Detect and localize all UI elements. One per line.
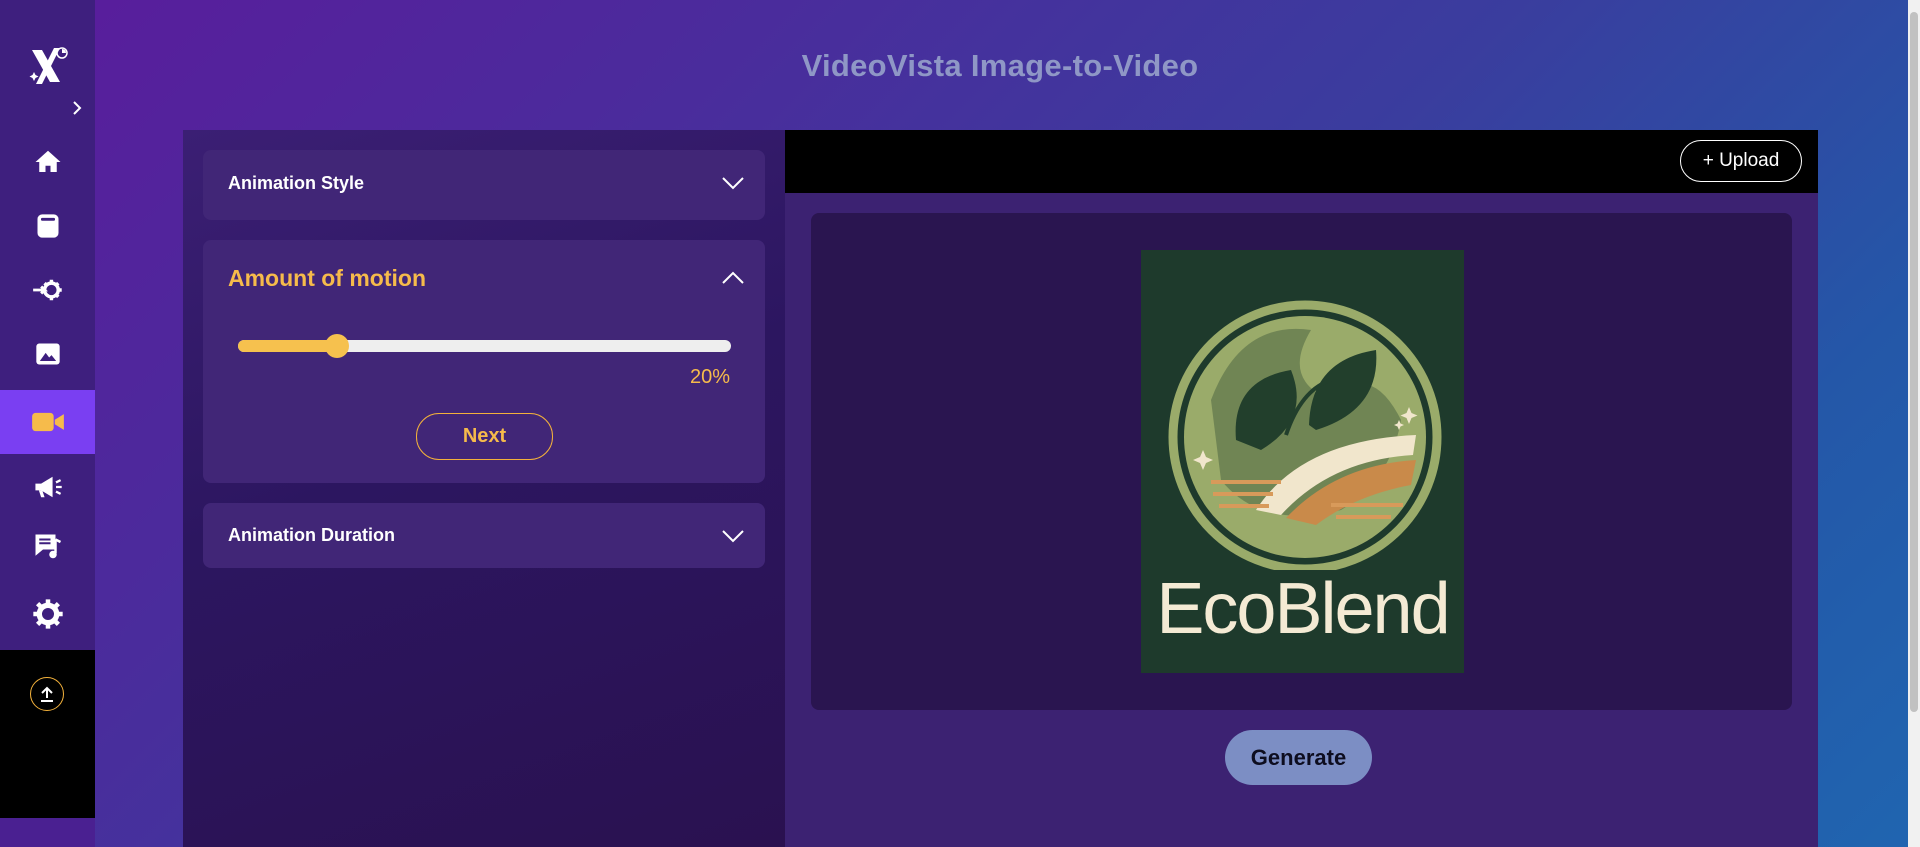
megaphone-icon <box>34 476 62 498</box>
nav-settings[interactable] <box>0 582 95 646</box>
upload-arrow-icon <box>41 686 53 702</box>
motion-value-label: 20% <box>689 366 730 388</box>
chevron-down-icon <box>722 529 744 542</box>
nav-video[interactable] <box>0 390 95 454</box>
animation-duration-header[interactable]: Animation Duration <box>228 503 745 568</box>
sidebar-bottom-strip <box>0 818 95 847</box>
page-title: VideoVista Image-to-Video <box>801 48 1199 83</box>
app-logo <box>29 47 68 84</box>
image-brand-text: EcoBlend <box>1156 569 1450 649</box>
nav-music[interactable] <box>0 515 95 579</box>
preview-panel: + Upload EcoBlend Generate <box>785 130 1818 847</box>
next-button[interactable]: Next <box>416 413 553 460</box>
sidebar-footer <box>0 650 95 818</box>
gear-icon <box>32 599 63 629</box>
settings-panel: Animation Style Amount of motion 20% Nex… <box>183 130 785 847</box>
chevron-right-icon <box>73 101 82 115</box>
page-scrollbar[interactable] <box>1908 0 1920 847</box>
nav-tablet[interactable] <box>0 194 95 258</box>
sidebar-expand-button[interactable] <box>70 100 84 120</box>
generate-button[interactable]: Generate <box>1225 730 1372 785</box>
preview-toolbar: + Upload <box>785 130 1818 193</box>
upload-circle-button[interactable] <box>30 677 64 711</box>
music-note-icon <box>35 534 61 559</box>
animation-duration-section: Animation Duration <box>203 503 765 568</box>
gear-arrow-icon <box>32 279 62 301</box>
animation-duration-title: Animation Duration <box>228 525 395 545</box>
nav-automation[interactable] <box>0 258 95 322</box>
main-card: Animation Style Amount of motion 20% Nex… <box>183 130 1818 847</box>
image-icon <box>35 343 60 365</box>
nav-marketing[interactable] <box>0 455 95 519</box>
chevron-up-icon <box>722 271 744 284</box>
amount-of-motion-title: Amount of motion <box>228 264 427 291</box>
home-icon <box>35 150 60 172</box>
uploaded-image: EcoBlend <box>1141 250 1464 673</box>
nav-image[interactable] <box>0 322 95 386</box>
image-preview-area: EcoBlend <box>811 213 1792 710</box>
video-camera-icon <box>31 412 64 432</box>
motion-slider-fill <box>238 340 337 352</box>
upload-button[interactable]: + Upload <box>1680 140 1802 182</box>
motion-slider-thumb[interactable] <box>324 334 349 358</box>
ecoblend-emblem <box>1168 300 1442 570</box>
amount-of-motion-header[interactable]: Amount of motion <box>228 254 745 302</box>
animation-style-title: Animation Style <box>228 172 365 193</box>
nav-home[interactable] <box>0 130 95 194</box>
sidebar <box>0 0 95 847</box>
motion-slider[interactable] <box>238 334 731 358</box>
scrollbar-thumb[interactable] <box>1910 12 1918 712</box>
chevron-down-icon <box>722 177 744 190</box>
animation-style-header[interactable]: Animation Style <box>228 150 745 216</box>
animation-style-section: Animation Style <box>203 150 765 220</box>
amount-of-motion-section: Amount of motion 20% Next <box>203 240 765 483</box>
tablet-icon <box>37 214 58 238</box>
